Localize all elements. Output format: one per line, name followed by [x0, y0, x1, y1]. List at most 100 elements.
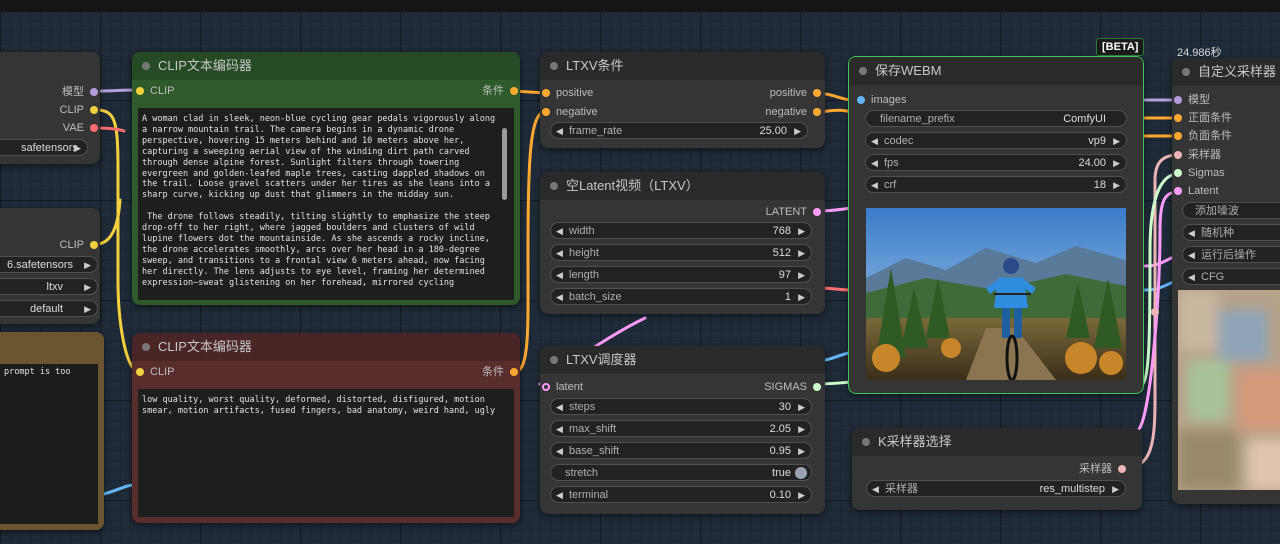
clip-name-widget[interactable]: 6.safetensors ▶ [0, 256, 98, 273]
length-widget[interactable]: ◀ length 97 ▶ [550, 266, 812, 283]
arrow-left-icon[interactable]: ◀ [871, 133, 878, 150]
max-shift-widget[interactable]: ◀ max_shift 2.05 ▶ [550, 420, 812, 437]
arrow-left-icon[interactable]: ◀ [556, 443, 563, 460]
ltxv-scheduler-node[interactable]: LTXV调度器 latent SIGMAS ◀ steps 30 ▶ ◀ max_shi… [540, 346, 825, 514]
collapse-dot-icon[interactable] [550, 356, 558, 364]
arrow-left-icon[interactable]: ◀ [556, 487, 563, 504]
output-model[interactable]: 模型 [62, 85, 98, 99]
control-after-generate-widget[interactable]: ◀ 运行后操作 [1182, 246, 1280, 263]
arrow-left-icon[interactable]: ◀ [556, 267, 563, 284]
clip-text-encode-negative-node[interactable]: CLIP文本编码器 CLIP 条件 low quality, worst qua… [132, 333, 520, 523]
input-negative[interactable]: 负面条件 [1174, 129, 1232, 143]
arrow-right-icon[interactable]: ▶ [798, 289, 805, 306]
arrow-right-icon[interactable]: ▶ [1112, 481, 1119, 498]
collapse-dot-icon[interactable] [1182, 68, 1190, 76]
clip-loader-node[interactable]: CLIP 6.safetensors ▶ ltxv ▶ default ▶ [0, 208, 100, 324]
output-clip[interactable]: CLIP [60, 103, 98, 117]
textarea-scrollbar[interactable] [502, 128, 507, 200]
node-header[interactable]: 自定义采样器 [1172, 58, 1280, 86]
frame-rate-widget[interactable]: ◀ frame_rate 25.00 ▶ [550, 122, 808, 139]
collapse-dot-icon[interactable] [862, 438, 870, 446]
arrow-right-icon[interactable]: ▶ [1113, 133, 1120, 150]
arrow-left-icon[interactable]: ◀ [872, 481, 879, 498]
output-sampler[interactable]: 采样器 [1079, 462, 1126, 476]
sampler-name-widget[interactable]: ◀ 采样器 res_multistep ▶ [866, 480, 1126, 497]
input-latent[interactable]: Latent [1174, 184, 1219, 198]
save-webm-node[interactable]: 保存WEBM images filename_prefix ComfyUI ◀ co… [848, 56, 1144, 394]
node-header[interactable]: K采样器选择 [852, 428, 1142, 456]
node-header[interactable]: CLIP文本编码器 [132, 333, 520, 361]
collapse-dot-icon[interactable] [550, 62, 558, 70]
collapse-dot-icon[interactable] [550, 182, 558, 190]
input-latent[interactable]: latent [542, 380, 583, 394]
input-model[interactable]: 模型 [1174, 93, 1210, 107]
toggle-knob-icon[interactable] [795, 467, 807, 479]
arrow-right-icon[interactable]: ▶ [798, 443, 805, 460]
device-widget[interactable]: default ▶ [0, 300, 98, 317]
arrow-right-icon[interactable]: ▶ [798, 223, 805, 240]
node-header[interactable]: LTXV条件 [540, 52, 825, 80]
arrow-right-icon[interactable]: ▶ [1113, 155, 1120, 172]
batch-size-widget[interactable]: ◀ batch_size 1 ▶ [550, 288, 812, 305]
input-images[interactable]: images [857, 93, 906, 107]
arrow-left-icon[interactable]: ◀ [556, 245, 563, 262]
collapse-dot-icon[interactable] [142, 343, 150, 351]
arrow-left-icon[interactable]: ◀ [556, 421, 563, 438]
arrow-right-icon[interactable]: ▶ [794, 123, 801, 140]
arrow-right-icon[interactable]: ▶ [798, 487, 805, 504]
arrow-left-icon[interactable]: ◀ [556, 289, 563, 306]
arrow-left-icon[interactable]: ◀ [556, 399, 563, 416]
output-clip-loader[interactable]: CLIP [60, 238, 98, 252]
width-widget[interactable]: ◀ width 768 ▶ [550, 222, 812, 239]
arrow-right-icon[interactable]: ▶ [798, 399, 805, 416]
arrow-right-icon[interactable]: ▶ [798, 421, 805, 438]
input-sampler[interactable]: 采样器 [1174, 148, 1221, 162]
ltxv-conditioning-node[interactable]: LTXV条件 positive negative positive negati… [540, 52, 825, 148]
arrow-right-icon[interactable]: ▶ [798, 267, 805, 284]
arrow-right-icon[interactable]: ▶ [84, 257, 91, 274]
note-node[interactable]: prompt is too [0, 332, 104, 530]
negative-prompt-textarea[interactable]: low quality, worst quality, deformed, di… [138, 389, 514, 517]
input-sigmas[interactable]: Sigmas [1174, 166, 1225, 180]
node-graph-canvas[interactable]: 模型 CLIP VAE safetensors ▶ CLIP 6.safetens… [0, 0, 1280, 544]
base-shift-widget[interactable]: ◀ base_shift 0.95 ▶ [550, 442, 812, 459]
node-header[interactable]: LTXV调度器 [540, 346, 825, 374]
empty-ltxv-latent-video-node[interactable]: 空Latent视频（LTXV） LATENT ◀ width 768 ▶ ◀ heigh… [540, 172, 825, 314]
clip-text-encode-positive-node[interactable]: CLIP文本编码器 CLIP 条件 A woman clad in sleek,… [132, 52, 520, 305]
noise-seed-widget[interactable]: ◀ 随机种 [1182, 224, 1280, 241]
cyclist-preview-image[interactable] [866, 208, 1126, 380]
arrow-left-icon[interactable]: ◀ [871, 155, 878, 172]
node-header[interactable]: 空Latent视频（LTXV） [540, 172, 825, 200]
output-latent[interactable]: LATENT [766, 205, 821, 219]
arrow-left-icon[interactable]: ◀ [1188, 247, 1195, 264]
arrow-left-icon[interactable]: ◀ [556, 123, 563, 140]
arrow-left-icon[interactable]: ◀ [871, 177, 878, 194]
cfg-widget[interactable]: ◀ CFG [1182, 268, 1280, 285]
codec-widget[interactable]: ◀ codec vp9 ▶ [865, 132, 1127, 149]
custom-sampler-node[interactable]: 自定义采样器 模型 正面条件 负面条件 采样器 Sigmas Latent 添加… [1172, 58, 1280, 504]
height-widget[interactable]: ◀ height 512 ▶ [550, 244, 812, 261]
arrow-right-icon[interactable]: ▶ [1113, 177, 1120, 194]
arrow-right-icon[interactable]: ▶ [84, 279, 91, 296]
arrow-right-icon[interactable]: ▶ [798, 245, 805, 262]
node-header[interactable]: CLIP文本编码器 [132, 52, 520, 80]
latent-preview-image[interactable] [1178, 290, 1280, 490]
add-noise-widget[interactable]: 添加噪波 [1182, 202, 1280, 219]
arrow-left-icon[interactable]: ◀ [1188, 225, 1195, 242]
node-header[interactable]: 保存WEBM [849, 57, 1143, 85]
arrow-right-icon[interactable]: ▶ [74, 140, 81, 157]
positive-prompt-textarea[interactable]: A woman clad in sleek, neon-blue cycling… [138, 108, 514, 300]
input-positive[interactable]: positive [542, 86, 593, 100]
steps-widget[interactable]: ◀ steps 30 ▶ [550, 398, 812, 415]
output-conditioning[interactable]: 条件 [482, 365, 518, 379]
output-sigmas[interactable]: SIGMAS [764, 380, 821, 394]
output-positive[interactable]: positive [770, 86, 821, 100]
checkpoint-loader-node[interactable]: 模型 CLIP VAE safetensors ▶ [0, 52, 100, 164]
ckpt-name-widget[interactable]: safetensors ▶ [0, 139, 88, 156]
ksampler-select-node[interactable]: K采样器选择 采样器 ◀ 采样器 res_multistep ▶ [852, 428, 1142, 510]
note-text[interactable]: prompt is too [0, 364, 98, 524]
stretch-toggle[interactable]: stretch true [550, 464, 812, 481]
input-clip[interactable]: CLIP [136, 365, 174, 379]
collapse-dot-icon[interactable] [859, 67, 867, 75]
arrow-left-icon[interactable]: ◀ [1188, 269, 1195, 286]
